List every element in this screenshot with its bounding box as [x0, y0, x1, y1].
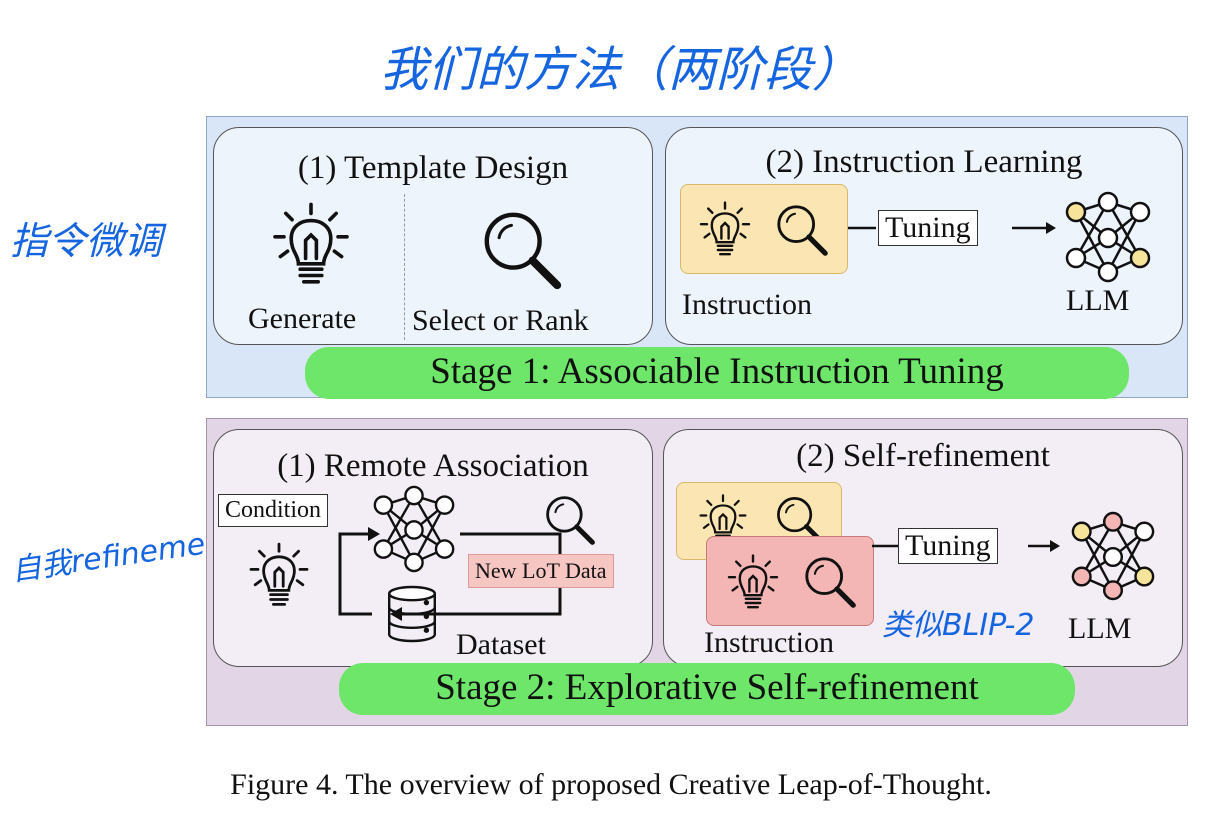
- divider: [404, 194, 405, 340]
- panel-title: (2) Instruction Learning: [765, 144, 1083, 180]
- annotation-stage2: 自我refinement: [9, 522, 238, 589]
- panel-instruction-learning: (2) Instruction Learning Tuning Instruct…: [665, 127, 1183, 345]
- stage2-container: (1) Remote Association Condition New LoT…: [206, 418, 1188, 726]
- connector-line: [872, 544, 898, 548]
- llm-label: LLM: [1068, 612, 1132, 645]
- generate-label: Generate: [248, 302, 357, 335]
- llm-label: LLM: [1066, 284, 1130, 317]
- new-lot-data-label: New LoT Data: [468, 554, 614, 588]
- panel-template-design: (1) Template Design Generate Select or R…: [213, 127, 653, 345]
- annotation-note: 类似BLIP-2: [882, 608, 1035, 643]
- neural-network-icon: [1071, 511, 1155, 601]
- lightbulb-icon: [266, 198, 356, 290]
- magnifier-icon: [773, 201, 831, 259]
- neural-network-icon: [1065, 191, 1151, 283]
- lightbulb-icon: [723, 551, 783, 613]
- tuning-box: Tuning: [878, 210, 978, 246]
- select-rank-label: Select or Rank: [412, 304, 589, 337]
- arrow-right-icon: [1028, 540, 1060, 552]
- instruction-card-refined: [706, 536, 874, 626]
- dataset-label: Dataset: [456, 628, 546, 661]
- instruction-label: Instruction: [704, 626, 834, 659]
- stage2-banner: Stage 2: Explorative Self-refinement: [339, 663, 1075, 715]
- magnifier-icon: [801, 553, 859, 611]
- magnifier-icon: [478, 206, 566, 294]
- database-icon: [382, 582, 442, 646]
- lightbulb-icon: [244, 538, 314, 612]
- lightbulb-icon: [695, 199, 755, 259]
- panel-title: (1) Template Design: [297, 150, 569, 186]
- condition-label: Condition: [218, 494, 329, 527]
- figure-caption: Figure 4. The overview of proposed Creat…: [230, 768, 992, 801]
- connector-line: [848, 226, 876, 230]
- stage1-banner: Stage 1: Associable Instruction Tuning: [305, 347, 1129, 399]
- panel-remote-association: (1) Remote Association Condition New LoT…: [213, 429, 653, 667]
- annotation-title: 我们的方法（两阶段）: [380, 42, 861, 98]
- panel-title: (1) Remote Association: [277, 448, 589, 484]
- panel-title: (2) Self-refinement: [796, 438, 1050, 474]
- instruction-card: [680, 184, 848, 274]
- arrow-right-icon: [1012, 222, 1056, 234]
- annotation-stage1: 指令微调: [10, 219, 163, 263]
- tuning-box: Tuning: [898, 528, 998, 564]
- instruction-label: Instruction: [682, 288, 812, 321]
- stage1-container: (1) Template Design Generate Select or R…: [206, 116, 1188, 399]
